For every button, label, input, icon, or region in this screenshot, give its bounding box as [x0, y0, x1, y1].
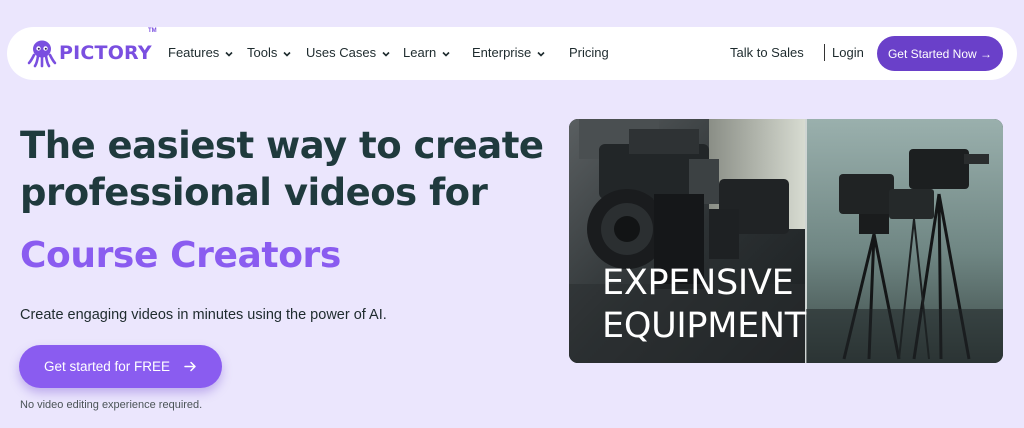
hero-title-line-2: professional videos for — [20, 171, 488, 214]
talk-to-sales-link[interactable]: Talk to Sales — [730, 45, 804, 60]
chevron-down-icon — [382, 51, 390, 57]
media-caption-line-2: EQUIPMENT — [602, 306, 806, 346]
cta-label: Get started for FREE — [43, 359, 171, 374]
nav-item-label: Tools — [247, 45, 278, 60]
hero-media-panel: EXPENSIVE EQUIPMENT — [569, 119, 1003, 363]
nav-item-label: Learn — [403, 45, 437, 60]
octopus-logo-icon — [27, 40, 57, 68]
chevron-down-icon — [283, 51, 291, 57]
nav-divider — [824, 44, 825, 61]
login-link[interactable]: Login — [832, 45, 864, 60]
trademark-mark: TM — [148, 28, 157, 34]
media-caption: EXPENSIVE EQUIPMENT — [602, 262, 806, 348]
nav-item-features[interactable]: Features — [168, 45, 234, 60]
nav-item-label: Uses Cases — [306, 45, 377, 60]
get-started-now-button[interactable]: Get Started Now → — [877, 36, 1003, 71]
nav-item-label: Enterprise — [472, 45, 532, 60]
logo-wordmark: PICTORY — [59, 42, 152, 64]
nav-item-learn[interactable]: Learn — [403, 45, 451, 60]
hero-audience-highlight: Course Creators — [20, 235, 341, 276]
media-caption-line-1: EXPENSIVE — [602, 263, 794, 303]
nav-item-use-cases[interactable]: Uses Cases — [306, 45, 391, 60]
hero-title-line-1: The easiest way to create — [20, 124, 544, 167]
nav-item-label: Pricing — [569, 45, 609, 60]
top-navigation-bar: PICTORY TM Features Tools Uses Cases Lea… — [7, 27, 1017, 80]
nav-item-tools[interactable]: Tools — [247, 45, 292, 60]
nav-item-label: Features — [168, 45, 220, 60]
chevron-down-icon — [537, 51, 545, 57]
pictory-logo[interactable]: PICTORY — [27, 38, 152, 68]
nav-item-enterprise[interactable]: Enterprise — [472, 45, 546, 60]
nav-item-pricing[interactable]: Pricing — [569, 45, 609, 60]
hero-subtitle: Create engaging videos in minutes using … — [20, 307, 387, 323]
chevron-down-icon — [225, 51, 233, 57]
get-started-free-button[interactable]: Get started for FREE — [19, 345, 222, 388]
hero-note: No video editing experience required. — [20, 399, 203, 411]
hero-title: The easiest way to create professional v… — [20, 122, 560, 216]
arrow-right-icon — [184, 361, 196, 372]
chevron-down-icon — [442, 51, 450, 57]
